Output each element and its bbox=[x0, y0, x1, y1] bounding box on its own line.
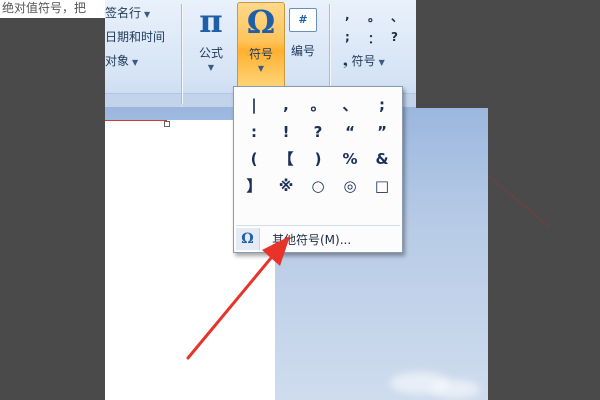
symbols-dropdown-label: 符号 bbox=[351, 54, 376, 68]
formula-label: 公式 bbox=[198, 46, 223, 60]
omega-icon: Ω bbox=[246, 3, 276, 41]
numbering-label: 编号 bbox=[290, 44, 315, 58]
pi-icon: π bbox=[199, 2, 223, 40]
numbering-icon: # bbox=[289, 8, 317, 32]
symbols-dropdown-button[interactable]: ❟ 符号 ▼ bbox=[343, 52, 385, 69]
numbering-button[interactable]: # 编号 bbox=[279, 2, 327, 90]
symbol-cell[interactable]: | bbox=[238, 91, 270, 118]
symbol-cell[interactable]: ! bbox=[270, 118, 302, 145]
symbol-cell[interactable]: ○ bbox=[302, 172, 334, 199]
chevron-down-icon: ▼ bbox=[378, 58, 385, 67]
symbol-cell[interactable]: 、 bbox=[334, 91, 366, 118]
symbol-cell[interactable]: ※ bbox=[270, 172, 302, 199]
symbol-cell[interactable]: □ bbox=[366, 172, 398, 199]
mini-symbol[interactable]: , bbox=[345, 8, 350, 22]
symbol-cell[interactable]: , bbox=[270, 91, 302, 118]
formula-button[interactable]: π 公式 ▼ bbox=[187, 2, 235, 90]
symbol-cell[interactable]: ; bbox=[366, 91, 398, 118]
symbol-grid: | , 。 、 ; : ! ? “ ” ( 【 ) % & 】 ※ ○ ◎ □ bbox=[238, 91, 398, 226]
symbol-cell[interactable]: 。 bbox=[302, 91, 334, 118]
signature-line-button[interactable]: 签名行 ▼ bbox=[105, 4, 150, 21]
mini-symbol[interactable]: ; bbox=[345, 30, 350, 44]
mini-symbol[interactable]: ： bbox=[368, 30, 380, 47]
symbol-cell[interactable]: “ bbox=[334, 118, 366, 145]
signature-line-label: 签名行 bbox=[105, 6, 142, 20]
object-label: 对象 bbox=[105, 54, 130, 68]
margin-handle[interactable] bbox=[164, 121, 170, 127]
symbol-cell[interactable]: & bbox=[366, 145, 398, 172]
page-margin-line bbox=[105, 120, 167, 121]
mini-symbol[interactable]: 。 bbox=[368, 8, 380, 25]
symbol-cell[interactable]: ” bbox=[366, 118, 398, 145]
symbol-cell[interactable]: ◎ bbox=[334, 172, 366, 199]
group-separator bbox=[181, 4, 182, 104]
symbol-cell[interactable]: ) bbox=[302, 145, 334, 172]
chevron-down-icon: ▼ bbox=[132, 58, 139, 67]
annotation-arrow bbox=[186, 236, 290, 360]
date-time-button[interactable]: 日期和时间 bbox=[105, 28, 165, 45]
chevron-down-icon: ▼ bbox=[144, 10, 151, 19]
chevron-down-icon: ▼ bbox=[207, 63, 215, 72]
symbol-cell[interactable]: % bbox=[334, 145, 366, 172]
symbol-label: 符号 bbox=[248, 47, 273, 61]
dark-background bbox=[488, 0, 600, 400]
symbol-mark-icon: ❟ bbox=[343, 54, 348, 68]
panel-divider bbox=[236, 225, 400, 226]
symbol-cell[interactable]: : bbox=[238, 118, 270, 145]
mini-symbol[interactable]: 、 bbox=[391, 8, 403, 25]
symbol-cell[interactable]: ( bbox=[238, 145, 270, 172]
symbol-button[interactable]: Ω 符号 ▼ bbox=[237, 2, 285, 90]
symbol-cell[interactable]: ? bbox=[302, 118, 334, 145]
date-time-label: 日期和时间 bbox=[105, 30, 166, 44]
article-text: 绝对值符号，把 bbox=[0, 0, 108, 18]
mini-symbol[interactable]: ? bbox=[391, 30, 398, 44]
symbol-cell[interactable]: 【 bbox=[270, 145, 302, 172]
group-footer bbox=[105, 93, 181, 107]
symbol-dropdown-panel: | , 。 、 ; : ! ? “ ” ( 【 ) % & 】 ※ ○ ◎ □ … bbox=[233, 86, 403, 253]
symbol-cell[interactable]: 】 bbox=[238, 172, 270, 199]
chevron-down-icon: ▼ bbox=[257, 64, 265, 73]
background-cloud bbox=[430, 380, 480, 398]
object-button[interactable]: 对象 ▼ bbox=[105, 52, 138, 69]
arrow-shaft bbox=[186, 250, 278, 360]
